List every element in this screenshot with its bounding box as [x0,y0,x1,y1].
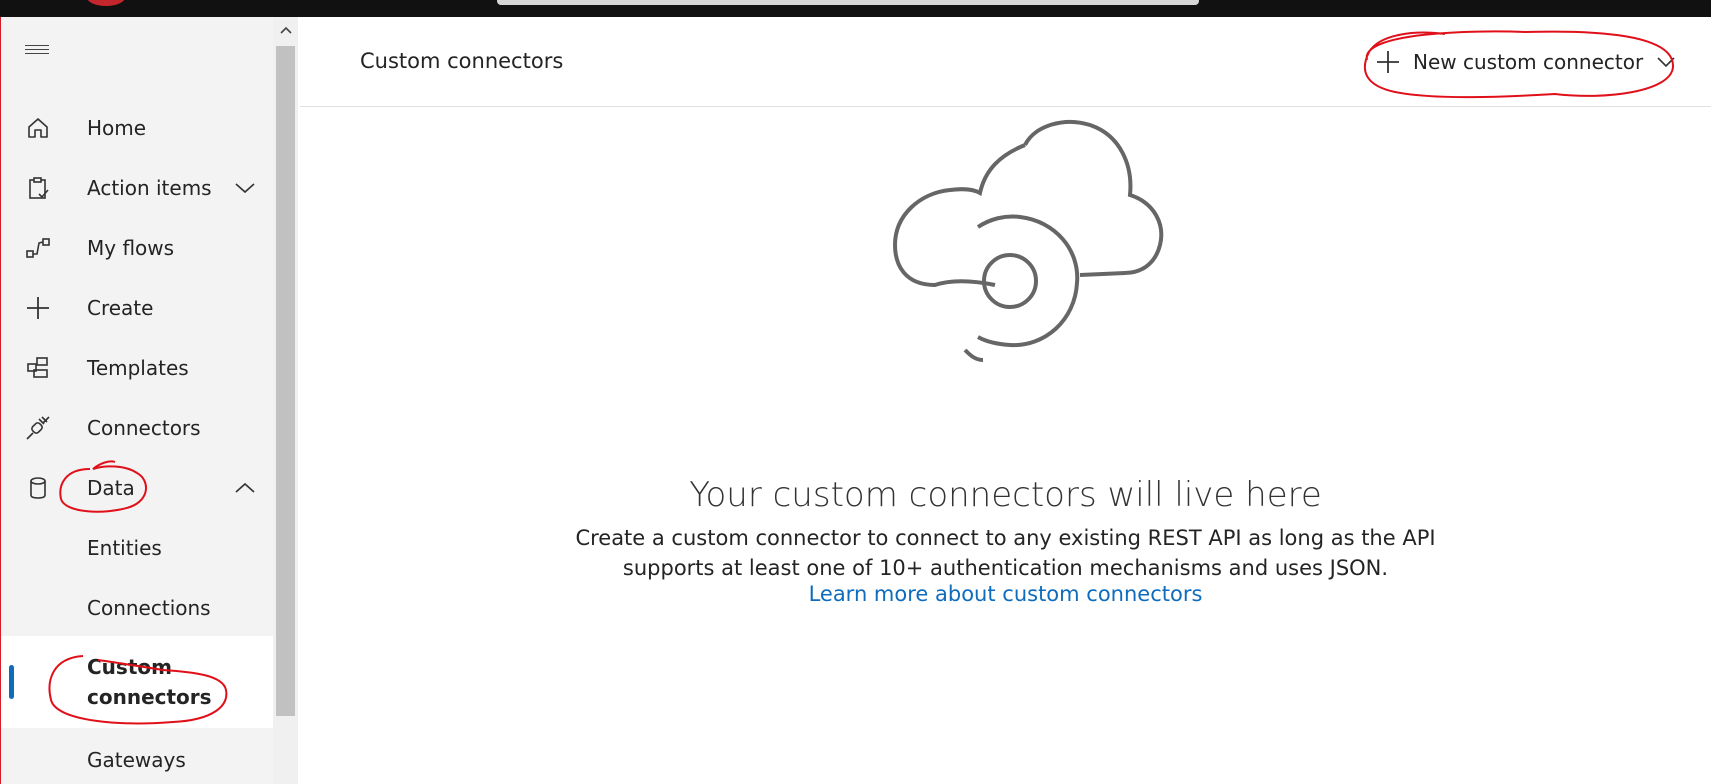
sidebar-item-connectors[interactable]: Connectors [1,399,273,457]
sidebar-item-label: Data [87,476,135,500]
plus-icon [1377,51,1399,73]
database-icon [30,477,46,499]
chevron-down-icon [1657,57,1675,68]
empty-state-description-line: supports at least one of 10+ authenticat… [622,556,1389,580]
new-custom-connector-button[interactable]: New custom connector [1375,42,1677,82]
sidebar-item-entities[interactable]: Entities [1,519,273,577]
chevron-down-icon[interactable] [234,181,256,195]
top-bar [0,0,1711,17]
main-content: Custom connectors New custom connector Y… [300,17,1711,784]
scrollbar-thumb[interactable] [276,46,295,716]
sidebar-item-label: Create [87,296,154,320]
sidebar-item-label: Connections [87,596,211,620]
sidebar: Home Action items My flows Create Templa… [0,17,273,784]
search-input[interactable] [497,0,1199,5]
sidebar-item-label: Action items [87,176,212,200]
sidebar-item-label: Entities [87,536,162,560]
new-custom-connector-label: New custom connector [1413,50,1644,74]
learn-more-link[interactable]: Learn more about custom connectors [809,582,1203,606]
app-logo[interactable] [86,0,126,6]
plug-icon [26,416,50,440]
sidebar-item-create[interactable]: Create [1,279,273,337]
sidebar-item-label: My flows [87,236,175,260]
sidebar-item-label: Connectors [87,416,201,440]
sidebar-item-label: Gateways [87,748,186,772]
page-header: Custom connectors New custom connector [300,17,1711,107]
selected-indicator [9,665,14,699]
scroll-up-arrow-icon[interactable] [273,19,298,41]
flow-icon [26,238,50,258]
sidebar-item-templates[interactable]: Templates [1,339,273,397]
sidebar-item-my-flows[interactable]: My flows [1,219,273,277]
home-icon [28,118,48,138]
chevron-up-icon[interactable] [234,481,256,495]
sidebar-item-label: Templates [87,356,189,380]
sidebar-item-label: Custom connectors [87,655,212,709]
hamburger-menu-icon[interactable] [25,45,49,59]
empty-state-title: Your custom connectors will live here [689,475,1322,515]
sidebar-item-label: Home [87,116,147,140]
empty-state-description-line: Create a custom connector to connect to … [575,526,1436,550]
plus-icon [27,297,49,319]
empty-state-description: Create a custom connector to connect to … [300,523,1711,583]
clipboard-check-icon [29,177,49,199]
sidebar-scrollbar[interactable] [273,17,298,784]
sidebar-item-connections[interactable]: Connections [1,579,273,637]
cloud-connector-illustration [892,119,1164,362]
sidebar-item-home[interactable]: Home [1,99,273,157]
sidebar-item-custom-connectors[interactable]: Custom connectors [1,636,273,728]
page-title: Custom connectors [360,49,564,73]
templates-icon [27,357,48,378]
sidebar-item-action-items[interactable]: Action items [1,159,273,217]
sidebar-item-gateways[interactable]: Gateways [1,731,273,784]
sidebar-item-data[interactable]: Data [1,459,273,517]
